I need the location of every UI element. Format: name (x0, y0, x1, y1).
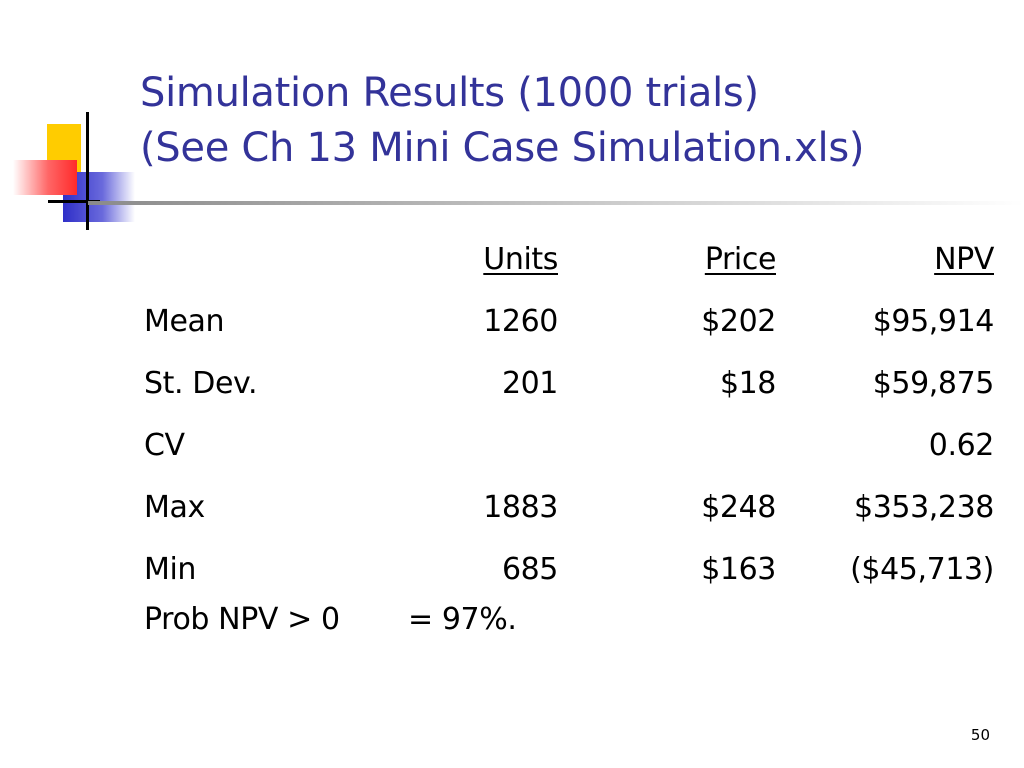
table-row-cv: CV 0.62 (144, 414, 994, 476)
npv-value: ($45,713) (850, 551, 994, 587)
row-label: Min (144, 551, 197, 587)
table-row-min: Min 685 $163 ($45,713) (144, 538, 994, 600)
title-line-1: Simulation Results (1000 trials) (140, 70, 759, 116)
results-table: Units Price NPV Mean 1260 $202 $95,914 S… (144, 228, 994, 600)
row-label: CV (144, 427, 185, 463)
vertical-line (86, 112, 89, 230)
table-header-row: Units Price NPV (144, 228, 994, 290)
probability-label: Prob NPV > 0 (144, 602, 340, 637)
price-value (558, 414, 776, 476)
units-value: 1883 (483, 489, 558, 525)
units-value: 201 (501, 365, 558, 401)
red-square (13, 160, 77, 195)
table-row-mean: Mean 1260 $202 $95,914 (144, 290, 994, 352)
price-value: $163 (701, 551, 776, 587)
npv-value: $59,875 (872, 365, 995, 401)
price-value: $18 (719, 365, 776, 401)
header-npv: NPV (934, 241, 994, 277)
title-line-2: (See Ch 13 Mini Case Simulation.xls) (140, 125, 865, 171)
units-value: 1260 (483, 303, 558, 339)
npv-value: 0.62 (928, 427, 995, 463)
header-price: Price (704, 241, 777, 277)
header-units: Units (483, 241, 558, 277)
row-label: Mean (144, 303, 225, 339)
price-value: $248 (701, 489, 776, 525)
price-value: $202 (701, 303, 776, 339)
npv-value: $95,914 (872, 303, 995, 339)
row-label: St. Dev. (144, 365, 258, 401)
probability-statement: Prob NPV > 0 = 97%. (144, 602, 517, 637)
slide-title: Simulation Results (1000 trials) (See Ch… (140, 66, 864, 176)
row-label: Max (144, 489, 205, 525)
units-value: 685 (501, 551, 558, 587)
table-row-stdev: St. Dev. 201 $18 $59,875 (144, 352, 994, 414)
npv-value: $353,238 (854, 489, 994, 525)
table-row-max: Max 1883 $248 $353,238 (144, 476, 994, 538)
units-value (384, 414, 558, 476)
probability-value: = 97%. (408, 602, 517, 637)
title-underline-rule (88, 201, 1024, 205)
page-number: 50 (970, 726, 990, 744)
header-label-cell (144, 228, 384, 290)
